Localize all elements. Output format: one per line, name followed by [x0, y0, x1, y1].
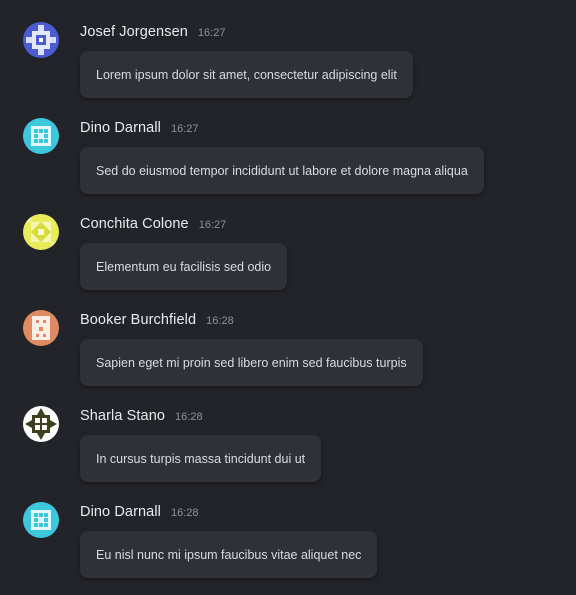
author-name[interactable]: Dino Darnall — [80, 504, 161, 520]
user-avatar[interactable] — [23, 502, 59, 538]
user-avatar[interactable] — [23, 214, 59, 250]
message-item: Booker Burchfield 16:28 Sapien eget mi p… — [0, 288, 576, 386]
message-timestamp: 16:28 — [206, 315, 234, 327]
message-bubble: Elementum eu facilisis sed odio — [80, 243, 288, 290]
message-bubble: Eu nisl nunc mi ipsum faucibus vitae ali… — [80, 531, 378, 578]
message-timestamp: 16:27 — [197, 27, 226, 39]
author-name[interactable]: Booker Burchfield — [80, 312, 196, 328]
message-timestamp: 16:27 — [198, 219, 227, 231]
user-avatar[interactable] — [23, 406, 59, 442]
author-name[interactable]: Sharla Stano — [80, 408, 165, 424]
message-bubble: Lorem ipsum dolor sit amet, consectetur … — [80, 51, 413, 98]
message-timestamp: 16:28 — [175, 411, 203, 423]
message-bubble: Sapien eget mi proin sed libero enim sed… — [80, 339, 423, 386]
message-timestamp: 16:28 — [171, 507, 199, 519]
author-name[interactable]: Dino Darnall — [80, 120, 161, 136]
message-item: Sharla Stano 16:28 In cursus turpis mass… — [0, 384, 576, 482]
user-avatar[interactable] — [23, 22, 59, 58]
message-item: Dino Darnall 16:28 Eu nisl nunc mi ipsum… — [0, 480, 576, 578]
message-item: Dino Darnall 16:27 Sed do eiusmod tempor… — [0, 96, 576, 194]
message-item: Josef Jorgensen 16:27 Lorem ipsum dolor … — [0, 0, 576, 98]
message-bubble: In cursus turpis massa tincidunt dui ut — [80, 435, 322, 482]
message-feed: Josef Jorgensen 16:27 Lorem ipsum dolor … — [0, 0, 576, 595]
user-avatar[interactable] — [23, 118, 59, 154]
message-bubble: Sed do eiusmod tempor incididunt ut labo… — [80, 147, 484, 194]
author-name[interactable]: Conchita Colone — [80, 216, 189, 232]
message-timestamp: 16:27 — [171, 123, 199, 135]
author-name[interactable]: Josef Jorgensen — [80, 24, 188, 40]
user-avatar[interactable] — [23, 310, 59, 346]
message-item: Conchita Colone 16:27 Elementum eu facil… — [0, 192, 576, 290]
